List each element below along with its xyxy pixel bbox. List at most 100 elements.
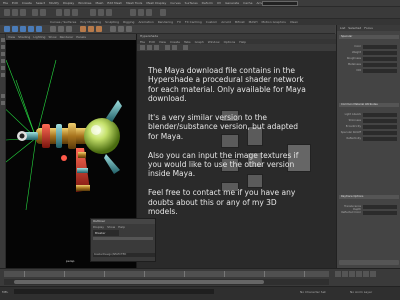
polygon-cylinder-icon[interactable] xyxy=(20,26,26,32)
outliner-menu-display[interactable]: Display xyxy=(93,225,104,229)
snap-grid-icon[interactable] xyxy=(90,9,96,16)
hs-menu-edit[interactable]: Edit xyxy=(149,40,155,44)
menu-create[interactable]: Create xyxy=(22,1,32,5)
ae-select-button[interactable] xyxy=(339,260,399,265)
shelf-tab-fx[interactable]: FX xyxy=(177,20,181,24)
shelf-tab-custom[interactable]: Custom xyxy=(206,20,218,24)
shelf-tab-rigging[interactable]: Rigging xyxy=(123,20,134,24)
graph-input-icon[interactable] xyxy=(140,45,145,50)
ae-tab-selected[interactable]: Selected xyxy=(348,26,361,30)
step-forward-icon[interactable] xyxy=(363,271,369,277)
bridge-icon[interactable] xyxy=(96,26,102,32)
target-weld-icon[interactable] xyxy=(118,26,124,32)
viewport-menu-lighting[interactable]: Lighting xyxy=(33,35,45,39)
menu-generate[interactable]: Generate xyxy=(225,1,239,5)
polygon-cube-icon[interactable] xyxy=(12,26,18,32)
select-hierarchy-icon[interactable] xyxy=(56,9,62,16)
hypershade-icon[interactable] xyxy=(160,9,166,16)
polygon-plane-icon[interactable] xyxy=(36,26,42,32)
step-back-icon[interactable] xyxy=(342,271,348,277)
mel-input[interactable] xyxy=(14,289,214,294)
graph-output-icon[interactable] xyxy=(147,45,152,50)
menu-deform[interactable]: Deform xyxy=(202,1,213,5)
clear-graph-icon[interactable] xyxy=(165,45,170,50)
menu-display[interactable]: Display xyxy=(63,1,74,5)
play-back-icon[interactable] xyxy=(349,271,355,277)
ae-tab-focus[interactable]: Focus xyxy=(364,26,373,30)
rearrange-icon[interactable] xyxy=(172,45,177,50)
ae-field[interactable] xyxy=(363,69,397,73)
ae-section-specular[interactable]: Specular xyxy=(339,35,399,39)
polygon-sphere-icon[interactable] xyxy=(4,26,10,32)
select-tool-icon[interactable] xyxy=(1,38,5,42)
frame-all-icon[interactable] xyxy=(183,45,188,50)
shelf-tab-curves[interactable]: Curves / Surfaces xyxy=(50,20,76,24)
graph-both-icon[interactable] xyxy=(154,45,159,50)
viewport-menu-show[interactable]: Show xyxy=(48,35,56,39)
go-to-end-icon[interactable] xyxy=(370,271,376,277)
render-icon[interactable] xyxy=(130,9,136,16)
character-set-label[interactable]: No Character Set xyxy=(300,290,326,294)
shelf-tab-xgen[interactable]: XGen xyxy=(290,20,298,24)
hs-menu-tabs[interactable]: Tabs xyxy=(184,40,191,44)
multi-cut-icon[interactable] xyxy=(110,26,116,32)
select-object-icon[interactable] xyxy=(64,9,70,16)
viewport-menu-panels[interactable]: Panels xyxy=(76,35,86,39)
hs-menu-help[interactable]: Help xyxy=(239,40,246,44)
outliner-selected-item[interactable]: Blaster xyxy=(93,230,119,236)
shelf-tab-fx-caching[interactable]: FX Caching xyxy=(185,20,202,24)
four-view-icon[interactable] xyxy=(1,101,5,105)
rotate-tool-icon[interactable] xyxy=(1,66,5,70)
menu-mesh-display[interactable]: Mesh Display xyxy=(146,1,166,5)
outliner-menu-help[interactable]: Help xyxy=(118,225,125,229)
time-slider-track[interactable] xyxy=(4,271,329,277)
menu-edit-mesh[interactable]: Edit Mesh xyxy=(107,1,122,5)
shelf-tab-poly[interactable]: Poly Modeling xyxy=(80,20,101,24)
paint-select-icon[interactable] xyxy=(1,52,5,56)
polygon-cone-icon[interactable] xyxy=(28,26,34,32)
undo-icon[interactable] xyxy=(32,9,38,16)
ipr-render-icon[interactable] xyxy=(138,9,144,16)
viewport-menu-view[interactable]: View xyxy=(8,35,15,39)
ae-section-raytrace[interactable]: Raytrace Options xyxy=(339,195,399,199)
menu-edit[interactable]: Edit xyxy=(12,1,18,5)
ae-field[interactable] xyxy=(363,211,397,215)
ae-field[interactable] xyxy=(363,205,397,209)
move-tool-icon[interactable] xyxy=(1,59,5,63)
menu-surfaces[interactable]: Surfaces xyxy=(185,1,198,5)
hs-menu-file[interactable]: File xyxy=(140,40,145,44)
snap-point-icon[interactable] xyxy=(106,9,112,16)
hs-menu-window[interactable]: Window xyxy=(208,40,220,44)
separate-icon[interactable] xyxy=(58,26,64,32)
menu-modify[interactable]: Modify xyxy=(49,1,59,5)
hs-menu-create[interactable]: Create xyxy=(170,40,180,44)
go-to-start-icon[interactable] xyxy=(335,271,341,277)
menu-file[interactable]: File xyxy=(3,1,8,5)
mel-label[interactable]: MEL xyxy=(2,290,8,294)
range-slider[interactable] xyxy=(4,279,329,285)
menu-select[interactable]: Select xyxy=(36,1,45,5)
extrude-icon[interactable] xyxy=(80,26,86,32)
outliner-filter-field[interactable]: blasterDesign/SELECTED xyxy=(93,253,155,257)
outliner-menu-show[interactable]: Show xyxy=(107,225,115,229)
shelf-tab-arnold[interactable]: Arnold xyxy=(221,20,231,24)
viewport-menu-renderer[interactable]: Renderer xyxy=(60,35,74,39)
bevel-icon[interactable] xyxy=(88,26,94,32)
select-component-icon[interactable] xyxy=(72,9,78,16)
ae-field[interactable] xyxy=(363,63,397,67)
new-scene-icon[interactable] xyxy=(4,9,10,16)
shelf-tab-motion-graphics[interactable]: Motion Graphics xyxy=(261,20,285,24)
menu-cache[interactable]: Cache xyxy=(243,1,252,5)
ae-field[interactable] xyxy=(363,45,397,49)
smooth-icon[interactable] xyxy=(66,26,72,32)
shelf-tab-animation[interactable]: Animation xyxy=(138,20,153,24)
shelf-tab-sculpting[interactable]: Sculpting xyxy=(105,20,119,24)
menu-mesh-tools[interactable]: Mesh Tools xyxy=(126,1,142,5)
ae-field[interactable] xyxy=(363,131,397,135)
single-view-icon[interactable] xyxy=(1,94,5,98)
viewport-menu-shading[interactable]: Shading xyxy=(18,35,30,39)
shelf-tab-rendering[interactable]: Rendering xyxy=(158,20,173,24)
hs-menu-options[interactable]: Options xyxy=(224,40,236,44)
menu-mesh[interactable]: Mesh xyxy=(96,1,104,5)
shelf-tab-bifrost[interactable]: Bifrost xyxy=(235,20,245,24)
